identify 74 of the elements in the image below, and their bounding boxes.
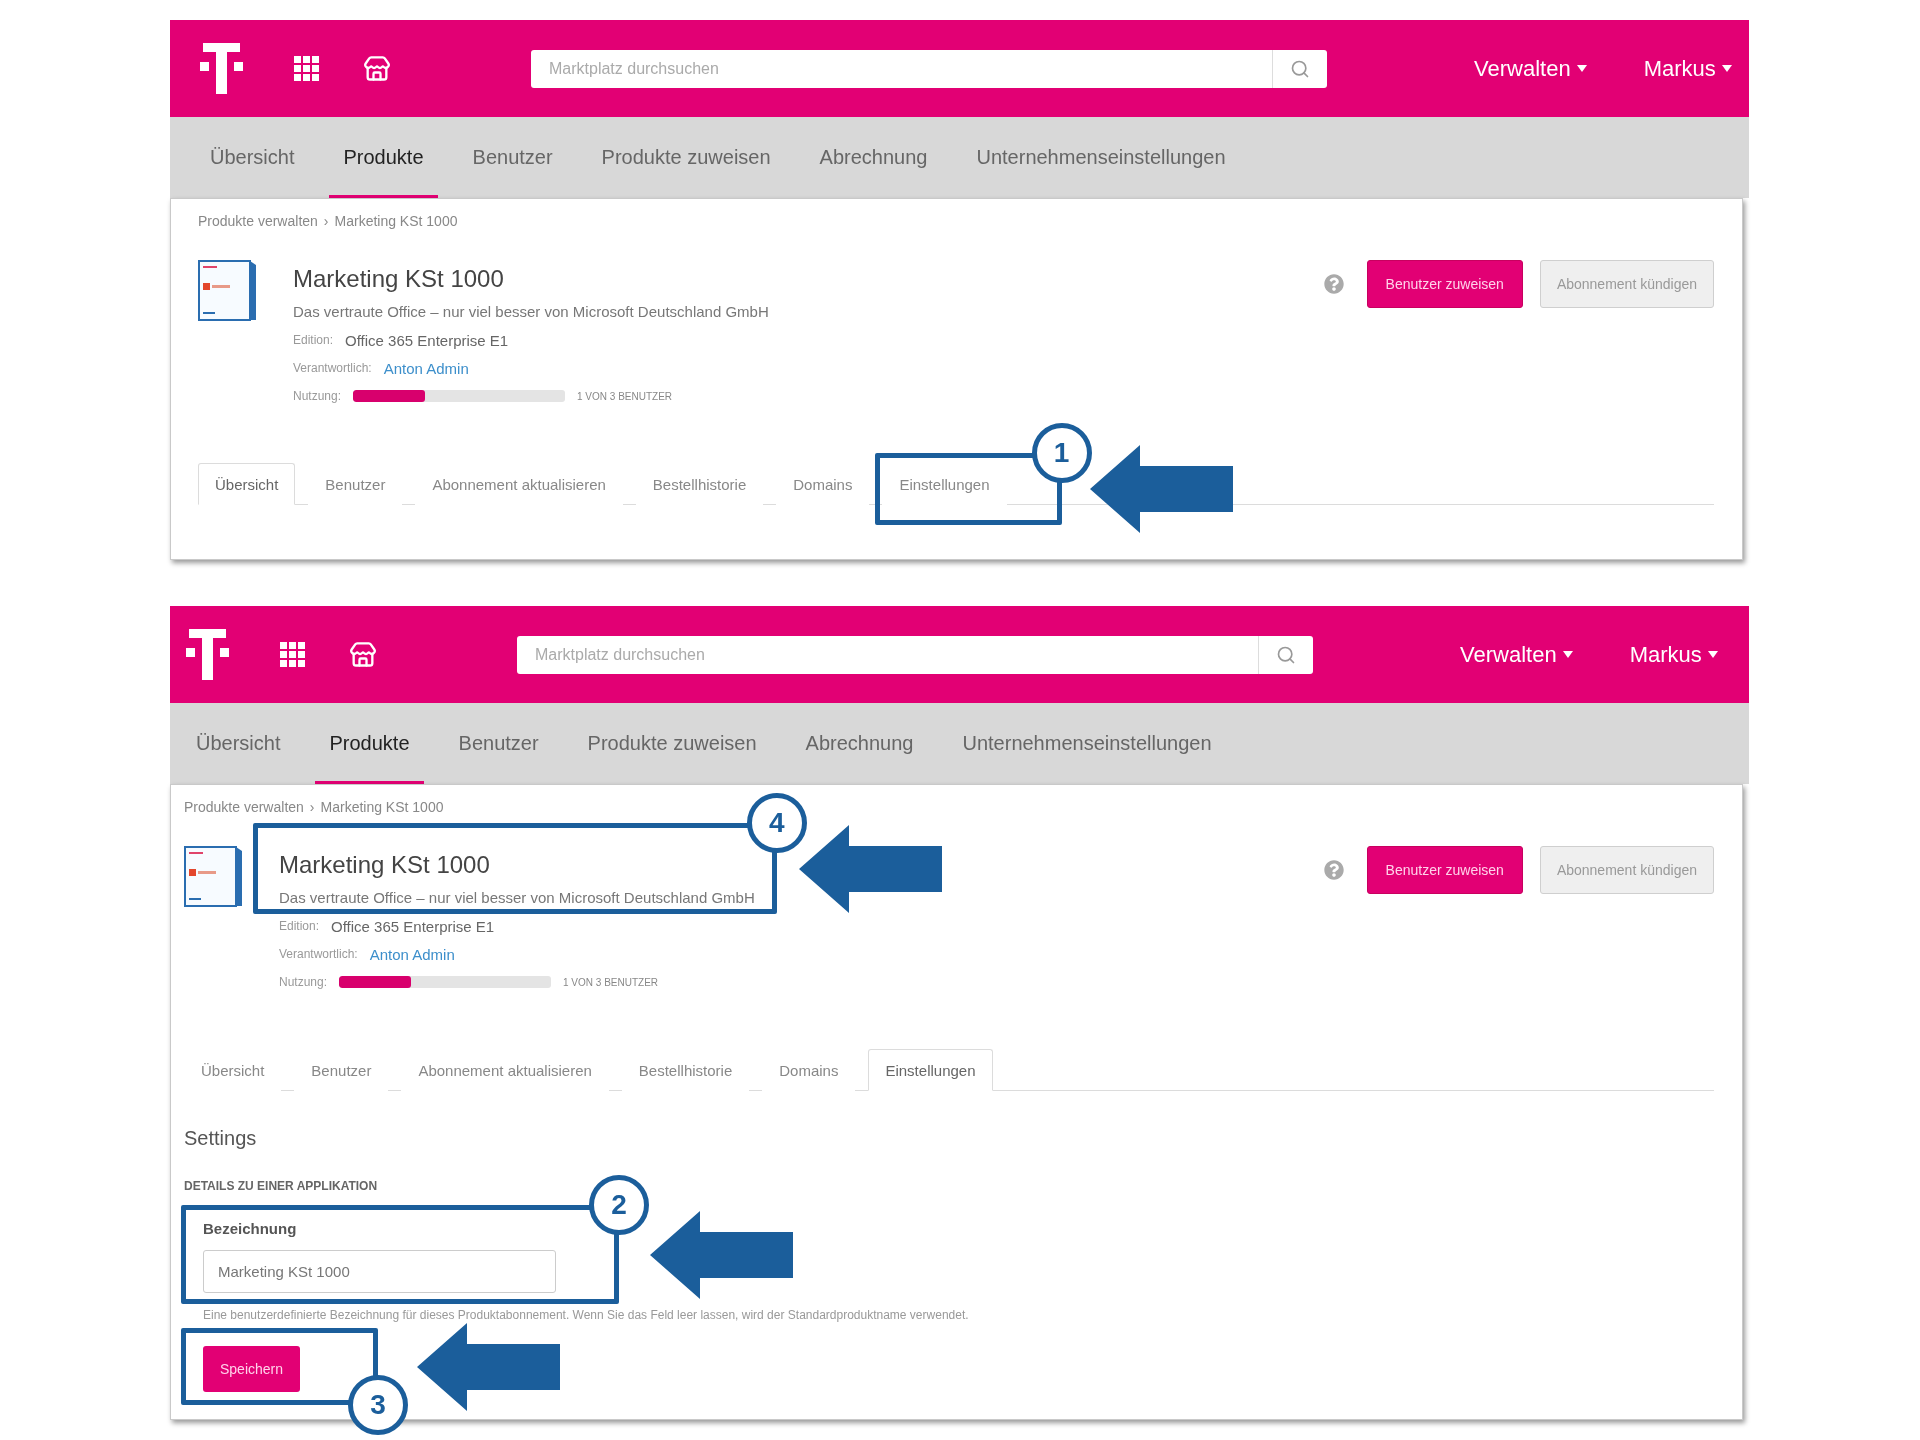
detail-label: Edition: bbox=[279, 919, 320, 933]
arrow-icon bbox=[798, 824, 942, 913]
nav-tab[interactable]: Produkte zuweisen bbox=[587, 117, 785, 198]
owner-link[interactable]: Anton Admin bbox=[369, 945, 455, 963]
dropdown-menu-button[interactable]: Markus bbox=[1629, 641, 1718, 668]
product-box-icon bbox=[198, 260, 257, 321]
nav-tab[interactable]: Übersicht bbox=[182, 703, 295, 784]
t-logo-icon[interactable] bbox=[200, 43, 243, 94]
caret-icon bbox=[1721, 65, 1732, 72]
callout-number: 3 bbox=[348, 1375, 408, 1435]
arrow-icon bbox=[417, 1322, 560, 1411]
detail-label: Nutzung: bbox=[293, 389, 342, 403]
callout-number: 1 bbox=[1031, 423, 1092, 483]
arrow-icon bbox=[650, 1210, 793, 1299]
search-button[interactable] bbox=[1258, 635, 1313, 674]
settings-heading: Settings bbox=[184, 1126, 258, 1150]
nav-tab[interactable]: Produkte zuweisen bbox=[573, 703, 771, 784]
name-field[interactable]: Marketing KSt 1000 bbox=[203, 1250, 556, 1293]
product-title: Marketing KSt 1000 bbox=[293, 265, 505, 293]
dropdown-menu-button[interactable]: Markus bbox=[1643, 55, 1732, 82]
store-icon[interactable] bbox=[363, 54, 391, 83]
detail-label: Verantwortlich: bbox=[293, 361, 372, 375]
product-description: Das vertraute Office – nur viel besser von Microsoft Deutschland GmbH bbox=[279, 889, 755, 907]
dropdown-menu-button[interactable]: Verwalten bbox=[1474, 55, 1587, 82]
product-title: Marketing KSt 1000 bbox=[279, 851, 491, 879]
detail-label: Edition: bbox=[293, 333, 334, 347]
usage-reading: 1 VON 3 BENUTZER bbox=[563, 976, 659, 988]
caret-icon bbox=[1707, 651, 1718, 658]
breadcrumb-link[interactable]: Produkte verwalten bbox=[184, 799, 304, 815]
grid-icon[interactable] bbox=[280, 642, 305, 667]
t-logo-icon[interactable] bbox=[186, 629, 229, 680]
field-label: Bezeichnung bbox=[203, 1220, 298, 1238]
store-icon[interactable] bbox=[349, 640, 377, 669]
nav-tab[interactable]: Benutzer bbox=[458, 117, 567, 198]
breadcrumb-link[interactable]: Produkte verwalten bbox=[198, 213, 318, 229]
detail-label: Nutzung: bbox=[279, 975, 328, 989]
nav-tab[interactable]: Benutzer bbox=[444, 703, 553, 784]
assign-button[interactable]: Benutzer zuweisen bbox=[1366, 846, 1523, 894]
nav-tab[interactable]: Unternehmenseinstellungen bbox=[962, 117, 1240, 198]
callout-number: 4 bbox=[746, 793, 807, 853]
detail-value: Office 365 Enterprise E1 bbox=[331, 917, 495, 935]
breadcrumb-separator: › bbox=[309, 799, 315, 815]
arrow-icon bbox=[1089, 445, 1233, 533]
assign-button[interactable]: Benutzer zuweisen bbox=[1366, 260, 1523, 308]
nav-tab[interactable]: Abrechnung bbox=[791, 703, 928, 784]
cancel-subscription-button[interactable]: Abonnement kündigen bbox=[1539, 846, 1714, 894]
product-tab[interactable]: Einstellungen bbox=[868, 1049, 993, 1091]
search-field[interactable]: Marktplatz durchsuchen bbox=[531, 49, 1272, 88]
product-tab[interactable]: Übersicht bbox=[198, 463, 296, 505]
search-button[interactable] bbox=[1272, 49, 1327, 88]
search-icon bbox=[1276, 644, 1296, 665]
product-description: Das vertraute Office – nur viel besser von Microsoft Deutschland GmbH bbox=[293, 303, 769, 321]
save-button[interactable]: Speichern bbox=[203, 1346, 300, 1392]
nav-tab[interactable]: Unternehmenseinstellungen bbox=[948, 703, 1226, 784]
usage-reading: 1 VON 3 BENUTZER bbox=[577, 390, 673, 402]
search-field[interactable]: Marktplatz durchsuchen bbox=[517, 635, 1258, 674]
caret-icon bbox=[1562, 651, 1573, 658]
breadcrumb-separator: › bbox=[323, 213, 329, 229]
product-box-icon bbox=[184, 846, 243, 907]
owner-link[interactable]: Anton Admin bbox=[383, 359, 469, 377]
dropdown-menu-button[interactable]: Verwalten bbox=[1460, 641, 1573, 668]
detail-label: Verantwortlich: bbox=[279, 947, 358, 961]
grid-icon[interactable] bbox=[294, 56, 319, 81]
breadcrumb-current: Marketing KSt 1000 bbox=[320, 799, 444, 815]
callout-number: 2 bbox=[589, 1175, 649, 1235]
caret-icon bbox=[1576, 65, 1587, 72]
cancel-subscription-button[interactable]: Abonnement kündigen bbox=[1539, 260, 1714, 308]
search-icon bbox=[1290, 58, 1310, 79]
nav-tab[interactable]: Abrechnung bbox=[805, 117, 942, 198]
field-hint: Eine benutzerdefinierte Bezeichnung für dieses Produktabonnement. Wenn Sie das Feld leer lassen, wird der Standardproduktname verwendet. bbox=[203, 1308, 970, 1322]
breadcrumb-current: Marketing KSt 1000 bbox=[334, 213, 458, 229]
detail-value: Office 365 Enterprise E1 bbox=[345, 331, 509, 349]
section-heading: DETAILS ZU EINER APPLIKATION bbox=[184, 1179, 379, 1193]
nav-tab[interactable]: Übersicht bbox=[196, 117, 309, 198]
